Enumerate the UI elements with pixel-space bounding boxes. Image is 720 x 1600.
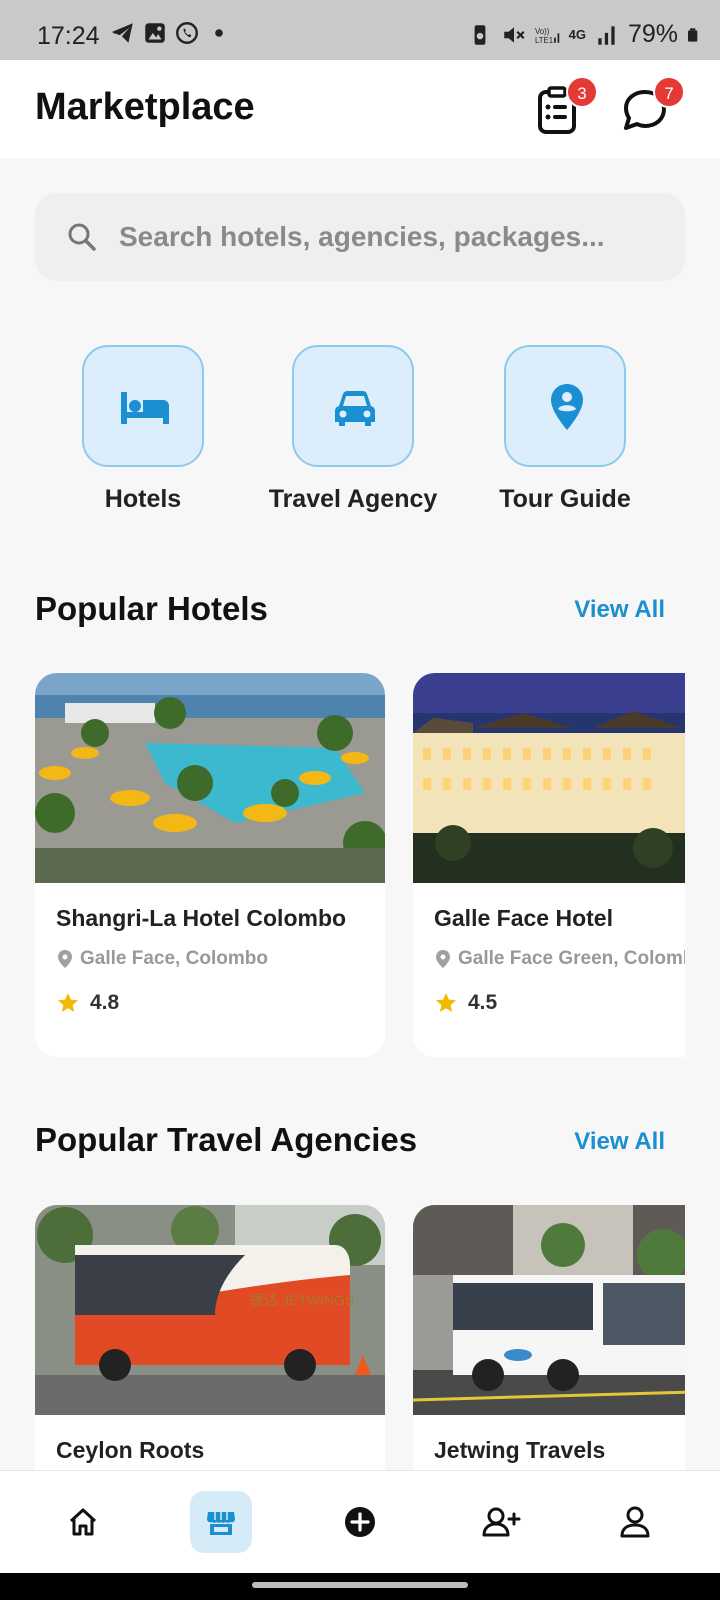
map-pin-icon (551, 384, 583, 430)
hotel-location-text: Galle Face Green, Colombo (458, 948, 685, 969)
category-tour-guide[interactable]: Tour Guide (480, 345, 650, 514)
hotel-rating-value: 4.5 (468, 991, 498, 1014)
nav-create[interactable] (329, 1491, 391, 1553)
nav-home[interactable] (52, 1491, 114, 1553)
search-bar[interactable] (35, 193, 685, 281)
agency-name: Jetwing Travels (434, 1437, 606, 1463)
status-right-icons: Vo)) LTE1 4G 79% (467, 20, 702, 49)
agency-card[interactable]: Jetwing Travels (413, 1205, 685, 1470)
hotel-rating-value: 4.8 (90, 991, 120, 1014)
hotel-card[interactable]: Shangri-La Hotel Colombo Galle Face, Col… (35, 673, 385, 1057)
gallery-icon (145, 23, 165, 43)
hotel-name: Shangri-La Hotel Colombo (56, 905, 347, 931)
home-icon (69, 1508, 97, 1536)
hotel-location-text: Galle Face, Colombo (80, 948, 268, 969)
app-header: Marketplace 3 7 (0, 60, 720, 158)
add-friend-icon (482, 1507, 521, 1537)
hotels-view-all-link[interactable]: View All (574, 596, 665, 624)
battery-percent: 79% (627, 20, 678, 48)
bed-icon (121, 392, 169, 424)
page-title: Marketplace (35, 86, 255, 128)
signal-icon (598, 25, 615, 45)
hotel-rating: 4.5 (434, 991, 497, 1015)
agency-card[interactable]: 捷达 JETWINGS Ceylon Roots (35, 1205, 385, 1470)
svg-text:LTE1: LTE1 (535, 35, 553, 44)
system-navigation-bar (0, 1573, 720, 1600)
profile-icon (620, 1506, 650, 1538)
category-hotels[interactable]: Hotels (58, 345, 228, 514)
agency-image: 捷达 JETWINGS (35, 1205, 385, 1415)
category-travel-agency[interactable]: Travel Agency (268, 345, 438, 514)
status-bar: 17:24 Vo)) LTE1 4G 79% (0, 0, 720, 60)
nav-marketplace[interactable] (190, 1491, 252, 1553)
battery-icon (688, 27, 698, 42)
dot-icon (215, 29, 223, 37)
hotel-name: Galle Face Hotel (434, 905, 613, 931)
car-icon (335, 391, 375, 426)
volte-signal-icon: Vo))LTE1 (535, 27, 559, 44)
svg-text:Vo)): Vo)) (535, 27, 550, 36)
category-tour-guide-tile[interactable] (504, 345, 626, 467)
location-pin-icon (58, 950, 72, 968)
category-label: Travel Agency (268, 485, 438, 513)
hotel-location: Galle Face Green, Colombo (434, 948, 685, 970)
bottom-navigation (0, 1470, 720, 1573)
whatsapp-icon (176, 22, 198, 44)
telegram-icon (112, 23, 133, 43)
battery-saver-icon (474, 24, 486, 45)
bookings-badge: 3 (566, 76, 598, 108)
hotel-rating: 4.8 (56, 991, 119, 1015)
store-icon (207, 1512, 235, 1535)
hotel-card[interactable]: Galle Face Hotel Galle Face Green, Colom… (413, 673, 685, 1057)
svg-text:捷达 JETWINGS: 捷达 JETWINGS (250, 1292, 354, 1308)
messages-button[interactable]: 7 (617, 76, 685, 138)
location-pin-icon (436, 950, 450, 968)
add-circle-icon (345, 1507, 375, 1537)
category-label: Tour Guide (499, 485, 631, 513)
hotel-image (413, 673, 685, 883)
network-type: 4G (568, 27, 586, 42)
popular-agencies-title: Popular Travel Agencies (35, 1121, 418, 1158)
nav-profile[interactable] (604, 1491, 666, 1553)
status-left-icons (110, 20, 232, 46)
category-travel-agency-tile[interactable] (292, 345, 414, 467)
bookings-button[interactable]: 3 (530, 76, 598, 138)
gesture-handle[interactable] (252, 1582, 468, 1588)
search-input[interactable] (119, 193, 659, 281)
hotel-location: Galle Face, Colombo (56, 948, 268, 970)
star-icon (58, 993, 78, 1012)
mute-icon (503, 26, 525, 43)
category-label: Hotels (104, 485, 182, 513)
star-icon (436, 993, 456, 1012)
agency-image (413, 1205, 685, 1415)
status-time: 17:24 (37, 22, 100, 50)
hotel-image (35, 673, 385, 883)
search-icon (68, 223, 96, 251)
nav-add-friend[interactable] (467, 1491, 529, 1553)
messages-badge: 7 (653, 76, 685, 108)
category-hotels-tile[interactable] (82, 345, 204, 467)
agency-name: Ceylon Roots (56, 1437, 205, 1463)
popular-hotels-title: Popular Hotels (35, 590, 268, 627)
agencies-view-all-link[interactable]: View All (574, 1128, 665, 1156)
